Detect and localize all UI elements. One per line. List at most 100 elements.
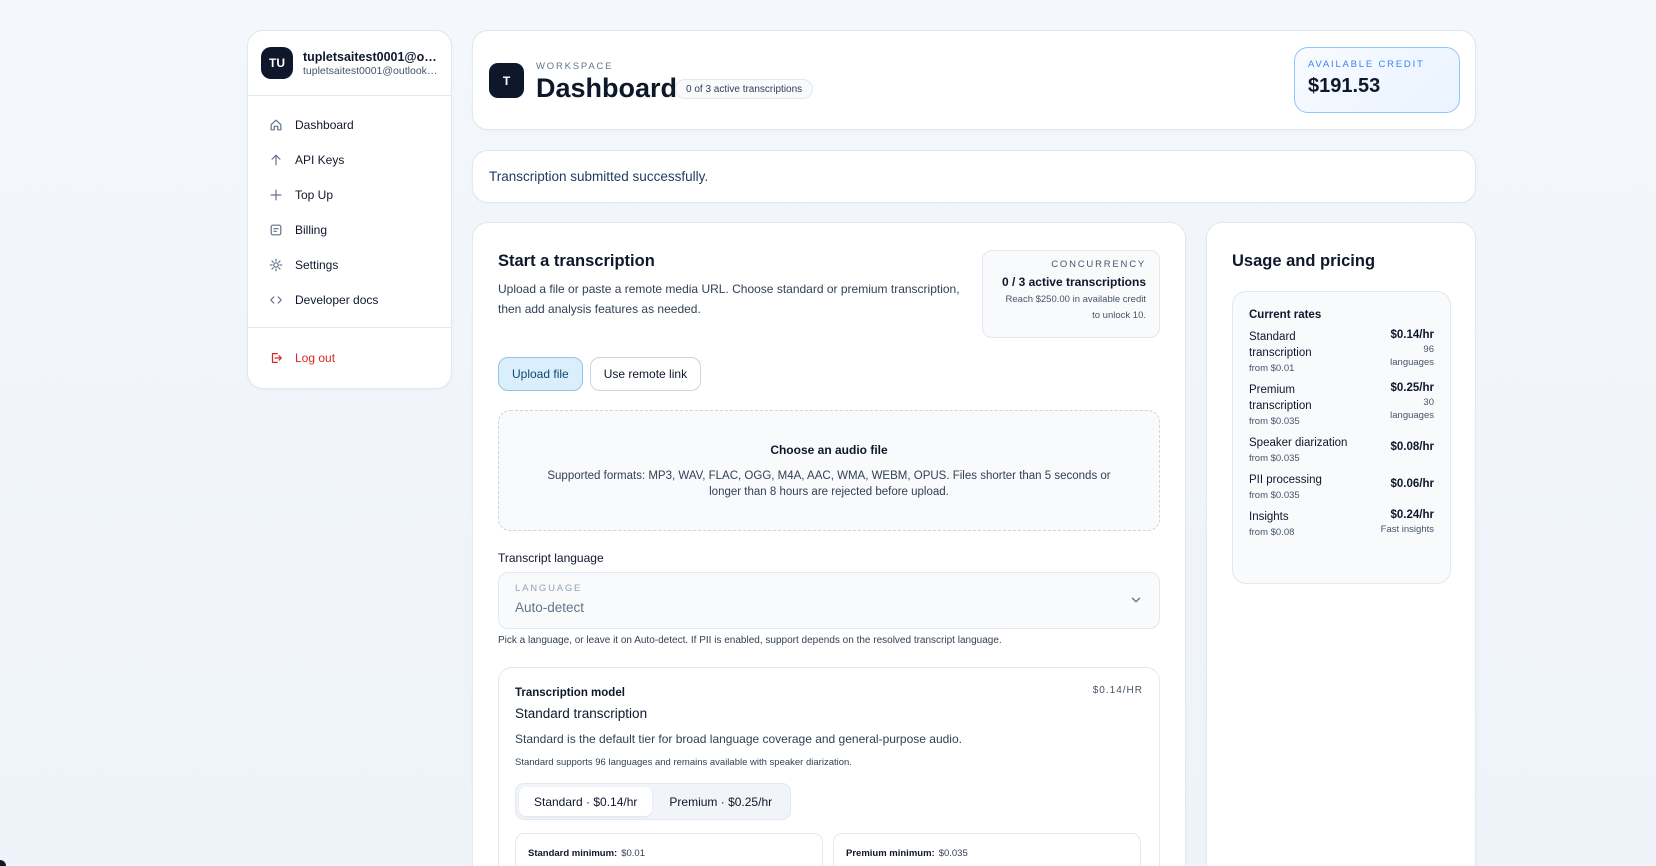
rate-name: Speaker diarization <box>1249 437 1348 449</box>
transcription-card: Start a transcription Upload a file or p… <box>472 222 1186 866</box>
sidebar-item-settings[interactable]: Settings <box>258 247 441 282</box>
current-rates: Current rates Standard transcription fro… <box>1232 291 1451 584</box>
transcription-model-panel: Transcription model $0.14/HR Standard tr… <box>498 667 1160 866</box>
sidebar-item-label: Billing <box>295 222 328 237</box>
logout-icon <box>268 351 283 366</box>
arrow-up-icon <box>268 152 283 167</box>
usage-title: Usage and pricing <box>1232 252 1376 270</box>
plus-icon <box>268 187 283 202</box>
rates-title: Current rates <box>1249 309 1322 321</box>
rate-name: Premium transcription <box>1249 384 1312 412</box>
rate-row: Speaker diarization from $0.035 $0.08/hr <box>1249 435 1434 464</box>
concurrency-value: 0 / 3 active transcriptions <box>1001 275 1146 289</box>
active-transcriptions-badge: 0 of 3 active transcriptions <box>675 79 814 99</box>
rate-note: 96 languages <box>1390 344 1434 368</box>
profile-email: tupletsaitest0001@outlook.com <box>303 64 438 77</box>
language-field-label: Transcript language <box>498 551 604 565</box>
code-icon <box>268 292 283 307</box>
dropzone-title: Choose an audio file <box>770 443 888 457</box>
rate-note: 30 languages <box>1390 397 1434 421</box>
model-heading: Transcription model <box>515 687 625 699</box>
model-option-standard[interactable]: Standard · $0.14/hr <box>519 787 653 816</box>
avatar: TU <box>261 47 293 79</box>
concurrency-panel: Concurrency 0 / 3 active transcriptions … <box>982 250 1160 338</box>
alert-message: Transcription submitted successfully. <box>489 169 709 184</box>
credit-value: $191.53 <box>1308 75 1381 97</box>
sidebar-item-label: Developer docs <box>295 292 379 307</box>
rate-price: $0.06/hr <box>1390 478 1434 490</box>
profile-text: tupletsaitest0001@outlook.com tupletsait… <box>303 50 438 77</box>
premium-minimum-value: $0.035 <box>938 847 968 859</box>
rate-price: $0.24/hr <box>1390 509 1434 521</box>
rate-from: from $0.01 <box>1249 363 1295 374</box>
workspace-label: Workspace <box>536 61 614 72</box>
model-toggle: Standard · $0.14/hr Premium · $0.25/hr <box>515 783 792 820</box>
available-credit: Available credit $191.53 <box>1294 47 1460 113</box>
rate-from: from $0.035 <box>1249 490 1300 501</box>
section-description: Upload a file or paste a remote media UR… <box>498 282 960 316</box>
home-icon <box>268 117 283 132</box>
rate-name: PII processing <box>1249 474 1322 486</box>
rate-name: Insights <box>1249 511 1289 523</box>
language-select-value: Auto-detect <box>515 600 585 615</box>
sidebar-nav: Dashboard API Keys Top Up Billing Settin… <box>248 96 451 328</box>
minimums-row: Standard minimum: $0.01 Premium minimum:… <box>515 833 1141 866</box>
workspace-logo: T <box>489 63 524 98</box>
file-dropzone[interactable]: Choose an audio file Supported formats: … <box>498 410 1160 531</box>
success-alert: Transcription submitted successfully. <box>472 150 1476 203</box>
window-corner <box>0 860 6 866</box>
rate-from: from $0.08 <box>1249 527 1295 538</box>
sidebar-item-api-keys[interactable]: API Keys <box>258 142 441 177</box>
model-option-premium[interactable]: Premium · $0.25/hr <box>654 787 787 816</box>
standard-minimum-value: $0.01 <box>621 847 645 859</box>
rate-name: Standard transcription <box>1249 331 1312 359</box>
sidebar-item-label: Top Up <box>295 187 334 202</box>
sidebar-item-top-up[interactable]: Top Up <box>258 177 441 212</box>
tab-upload-file[interactable]: Upload file <box>498 357 583 391</box>
concurrency-note: Reach $250.00 in available credit to unl… <box>1005 294 1146 321</box>
usage-pricing-card: Usage and pricing Current rates Standard… <box>1206 222 1476 866</box>
credit-label: Available credit <box>1308 59 1425 70</box>
sidebar-item-label: Settings <box>295 257 339 272</box>
rate-row: Insights from $0.08 $0.24/hr Fast insigh… <box>1249 509 1434 538</box>
rate-row: Premium transcription from $0.035 $0.25/… <box>1249 382 1434 427</box>
rate-price: $0.14/hr <box>1390 329 1434 341</box>
model-description: Standard is the default tier for broad l… <box>515 732 962 746</box>
premium-minimum-label: Premium minimum: <box>846 847 935 859</box>
standard-minimum: Standard minimum: $0.01 <box>515 833 823 866</box>
sidebar-item-developer-docs[interactable]: Developer docs <box>258 282 441 317</box>
tab-remote-link[interactable]: Use remote link <box>589 357 702 391</box>
model-subtext: Standard supports 96 languages and remai… <box>515 757 852 768</box>
chevron-down-icon <box>1129 593 1143 607</box>
gear-icon <box>268 257 283 272</box>
rate-price: $0.25/hr <box>1390 382 1434 394</box>
standard-minimum-label: Standard minimum: <box>528 847 618 859</box>
rate-price: $0.08/hr <box>1390 441 1434 453</box>
rate-note: Fast insights <box>1380 524 1434 535</box>
profile[interactable]: TU tupletsaitest0001@outlook.com tuplets… <box>248 31 451 96</box>
concurrency-label: Concurrency <box>1051 259 1146 270</box>
sidebar: TU tupletsaitest0001@outlook.com tuplets… <box>247 30 452 389</box>
sidebar-item-dashboard[interactable]: Dashboard <box>258 107 441 142</box>
model-name: Standard transcription <box>515 706 648 721</box>
sidebar-item-label: Dashboard <box>295 117 354 132</box>
rate-from: from $0.035 <box>1249 453 1300 464</box>
sidebar-item-label: API Keys <box>295 152 345 167</box>
model-price: $0.14/HR <box>1092 685 1143 696</box>
section-title: Start a transcription <box>498 252 655 270</box>
dropzone-text: Supported formats: MP3, WAV, FLAC, OGG, … <box>547 470 1111 498</box>
profile-name: tupletsaitest0001@outlook.com <box>303 49 438 64</box>
logout-label: Log out <box>295 351 336 365</box>
language-select[interactable]: Language Auto-detect <box>498 572 1160 629</box>
rate-row: Standard transcription from $0.01 $0.14/… <box>1249 329 1434 374</box>
workspace-header: T Workspace Dashboard 0 of 3 active tran… <box>472 30 1476 130</box>
receipt-icon <box>268 222 283 237</box>
logout-button[interactable]: Log out <box>258 341 441 375</box>
rate-row: PII processing from $0.035 $0.06/hr <box>1249 472 1434 501</box>
premium-minimum: Premium minimum: $0.035 <box>833 833 1141 866</box>
language-select-label: Language <box>515 583 583 594</box>
page-title: Dashboard <box>536 73 678 103</box>
language-hint: Pick a language, or leave it on Auto-det… <box>498 635 1002 646</box>
sidebar-item-billing[interactable]: Billing <box>258 212 441 247</box>
rate-from: from $0.035 <box>1249 416 1300 427</box>
